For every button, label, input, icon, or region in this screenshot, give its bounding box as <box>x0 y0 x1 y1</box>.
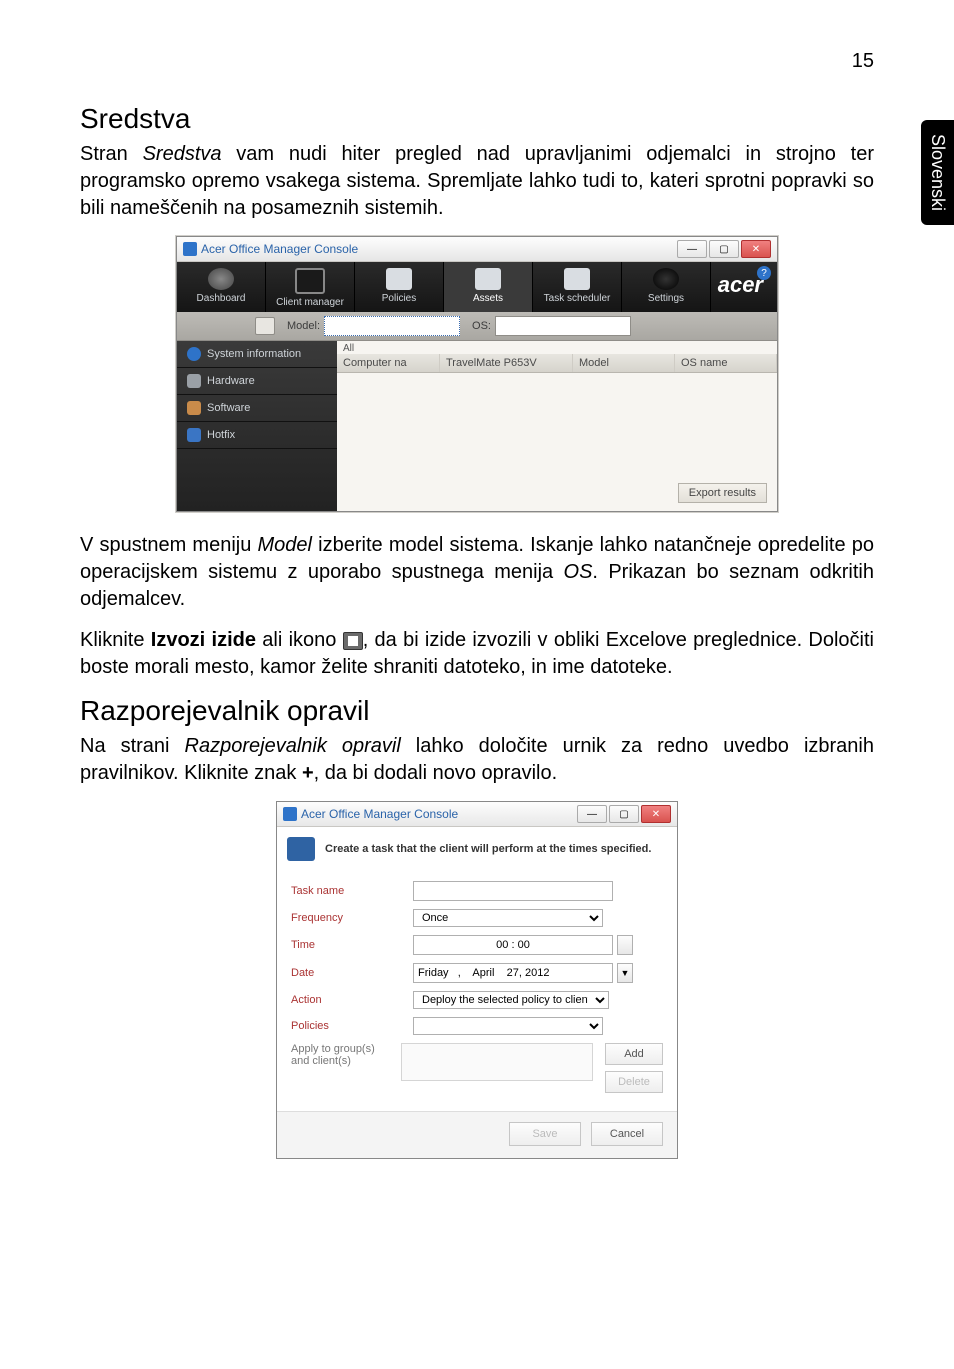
tab-dashboard[interactable]: Dashboard <box>177 262 266 312</box>
all-label: All <box>337 341 777 354</box>
policies-icon <box>386 268 412 290</box>
language-tab: Slovenski <box>921 120 954 225</box>
task-name-input[interactable] <box>413 881 613 901</box>
minimize-button[interactable]: — <box>577 805 607 823</box>
policies-select[interactable] <box>413 1017 603 1035</box>
info-icon <box>187 347 201 361</box>
assets-window: Acer Office Manager Console — ▢ ✕ Dashbo… <box>176 236 778 512</box>
time-spinner[interactable] <box>617 935 633 955</box>
os-dropdown[interactable] <box>495 316 631 336</box>
dashboard-icon <box>208 268 234 290</box>
heading-razporejevalnik: Razporejevalnik opravil <box>80 695 874 727</box>
save-button: Save <box>509 1122 581 1146</box>
label-date: Date <box>291 967 401 979</box>
para-razporejevalnik-1: Na strani Razporejevalnik opravil lahko … <box>80 733 874 787</box>
model-dropdown[interactable] <box>324 316 460 336</box>
date-input[interactable] <box>413 963 613 983</box>
task-header-icon <box>287 837 315 861</box>
dialog-subtitle: Create a task that the client will perfo… <box>325 843 651 855</box>
col-computer-name: Computer na <box>337 354 440 372</box>
os-label: OS: <box>472 320 491 332</box>
cancel-button[interactable]: Cancel <box>591 1122 663 1146</box>
close-button[interactable]: ✕ <box>741 240 771 258</box>
sidebar-item-system-info[interactable]: System information <box>177 341 337 368</box>
maximize-button[interactable]: ▢ <box>709 240 739 258</box>
assets-icon <box>475 268 501 290</box>
sidebar-item-hardware[interactable]: Hardware <box>177 368 337 395</box>
label-frequency: Frequency <box>291 912 401 924</box>
tab-settings[interactable]: Settings <box>622 262 711 312</box>
col-row-model-value: TravelMate P653V <box>440 354 573 372</box>
target-list[interactable] <box>401 1043 593 1081</box>
export-inline-icon <box>343 632 363 650</box>
tab-policies[interactable]: Policies <box>355 262 444 312</box>
model-label: Model: <box>287 320 320 332</box>
para-sredstva-3: Kliknite Izvozi izide ali ikono , da bi … <box>80 627 874 681</box>
help-icon[interactable]: ? <box>757 266 771 280</box>
settings-icon <box>653 268 679 290</box>
add-target-button[interactable]: Add <box>605 1043 663 1065</box>
tab-client-manager[interactable]: Client manager <box>266 262 355 312</box>
heading-sredstva: Sredstva <box>80 103 874 135</box>
sidebar-item-hotfix[interactable]: Hotfix <box>177 422 337 449</box>
client-manager-icon <box>295 268 325 294</box>
software-icon <box>187 401 201 415</box>
frequency-select[interactable]: Once <box>413 909 603 927</box>
hotfix-icon <box>187 428 201 442</box>
col-model-header: Model <box>573 354 675 372</box>
label-time: Time <box>291 939 401 951</box>
export-icon[interactable] <box>255 317 275 335</box>
action-select[interactable]: Deploy the selected policy to client(s) <box>413 991 609 1009</box>
label-apply-to: Apply to group(s) and client(s) <box>291 1043 389 1067</box>
task-scheduler-icon <box>564 268 590 290</box>
hardware-icon <box>187 374 201 388</box>
label-task-name: Task name <box>291 885 401 897</box>
date-picker-icon[interactable]: ▼ <box>617 963 633 983</box>
task-dialog: Acer Office Manager Console — ▢ ✕ Create… <box>276 801 678 1159</box>
tab-assets[interactable]: Assets <box>444 262 533 312</box>
col-os-header: OS name <box>675 354 777 372</box>
maximize-button[interactable]: ▢ <box>609 805 639 823</box>
close-button[interactable]: ✕ <box>641 805 671 823</box>
label-policies: Policies <box>291 1020 401 1032</box>
para-sredstva-2: V spustnem meniju Model izberite model s… <box>80 532 874 613</box>
dialog-title: Acer Office Manager Console <box>301 807 458 821</box>
window-title: Acer Office Manager Console <box>201 242 358 256</box>
label-action: Action <box>291 994 401 1006</box>
export-results-button[interactable]: Export results <box>678 483 767 503</box>
delete-target-button: Delete <box>605 1071 663 1093</box>
page-number: 15 <box>80 50 874 73</box>
minimize-button[interactable]: — <box>677 240 707 258</box>
app-icon <box>183 242 197 256</box>
sidebar-item-software[interactable]: Software <box>177 395 337 422</box>
tab-task-scheduler[interactable]: Task scheduler <box>533 262 622 312</box>
para-sredstva-1: Stran Sredstva vam nudi hiter pregled na… <box>80 141 874 222</box>
time-input[interactable] <box>413 935 613 955</box>
app-icon <box>283 807 297 821</box>
